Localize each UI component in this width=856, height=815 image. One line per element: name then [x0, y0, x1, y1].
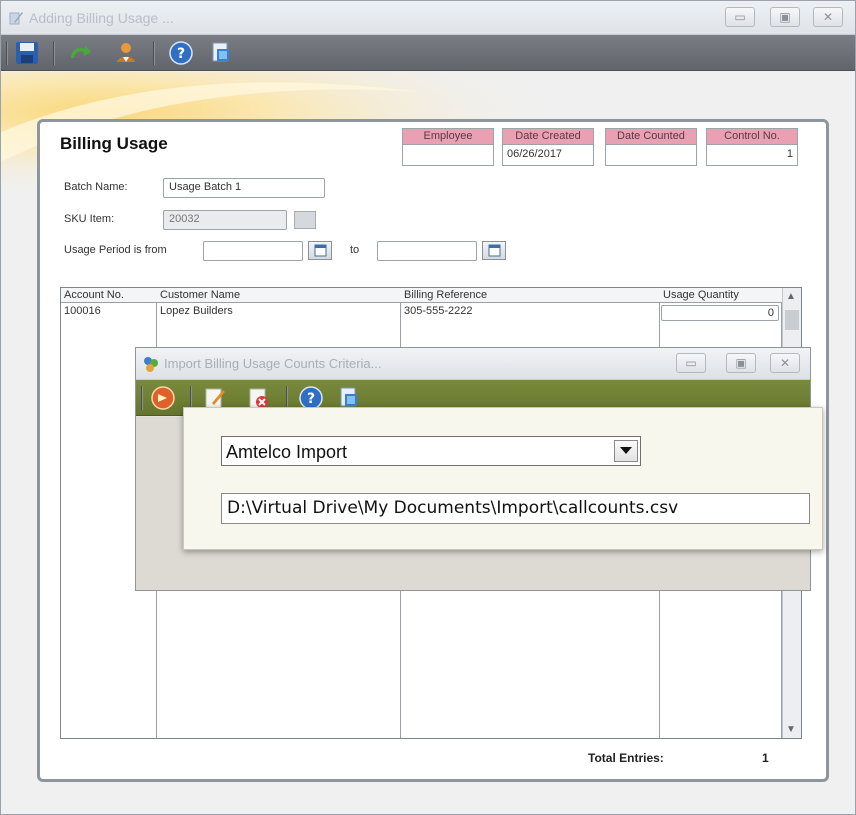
cell-reference[interactable]: 305-555-2222 [401, 305, 473, 317]
maximize-icon: ▣ [779, 10, 791, 24]
scroll-thumb[interactable] [785, 310, 799, 330]
close-icon: ✕ [822, 10, 834, 24]
sku-item-input[interactable]: 20032 [163, 210, 287, 230]
total-entries-label: Total Entries: [588, 751, 664, 765]
dialog-maximize-button[interactable]: ▣ [726, 353, 756, 373]
import-type-value: Amtelco Import [226, 442, 348, 462]
column-header-reference[interactable]: Billing Reference [401, 288, 660, 303]
calendar-icon [488, 244, 501, 257]
maximize-icon: ▣ [735, 356, 747, 370]
column-header-customer[interactable]: Customer Name [157, 288, 401, 303]
toolbar-separator [6, 41, 8, 65]
control-no-field: Control No. 1 [706, 128, 798, 166]
window-titlebar: Adding Billing Usage ... ▭ ▣ ✕ [1, 1, 855, 35]
svg-text:?: ? [307, 391, 315, 407]
user-import-icon[interactable] [113, 40, 139, 66]
run-import-icon[interactable] [150, 385, 176, 411]
calendar-icon [314, 244, 327, 257]
svg-text:?: ? [177, 46, 185, 62]
help-icon[interactable]: ? [168, 40, 194, 66]
toolbar-separator [153, 41, 155, 65]
control-no-label: Control No. [707, 129, 797, 145]
sku-item-label: SKU Item: [64, 213, 115, 225]
cell-account[interactable]: 100016 [61, 305, 101, 317]
minimize-icon: ▭ [685, 356, 697, 370]
cell-customer[interactable]: Lopez Builders [157, 305, 233, 317]
batch-name-label: Batch Name: [64, 181, 128, 193]
usage-period-label: Usage Period is from [64, 244, 167, 256]
sku-lookup-button[interactable] [294, 211, 316, 229]
employee-value [403, 145, 493, 165]
batch-name-input[interactable]: Usage Batch 1 [163, 178, 325, 198]
control-no-value: 1 [786, 148, 793, 160]
date-counted-label: Date Counted [606, 129, 696, 145]
maximize-button[interactable]: ▣ [770, 7, 800, 27]
dialog-minimize-button[interactable]: ▭ [676, 353, 706, 373]
chevron-down-icon [620, 447, 632, 454]
save-icon[interactable] [14, 40, 40, 66]
employee-field: Employee [402, 128, 494, 166]
close-icon: ✕ [779, 356, 791, 370]
column-header-account[interactable]: Account No. [61, 288, 157, 303]
date-created-label: Date Created [503, 129, 593, 145]
scroll-down-icon[interactable]: ▼ [786, 724, 796, 735]
minimize-button[interactable]: ▭ [725, 7, 755, 27]
dialog-app-icon [144, 357, 158, 372]
dialog-titlebar: Import Billing Usage Counts Criteria... … [136, 348, 810, 380]
period-to-label: to [350, 244, 360, 256]
date-counted-field: Date Counted [605, 128, 697, 166]
toolbar-separator [53, 41, 55, 65]
zoom-callout: Amtelco Import D:\Virtual Drive\My Docum… [183, 407, 823, 550]
column-header-quantity[interactable]: Usage Quantity [660, 288, 782, 303]
close-button[interactable]: ✕ [813, 7, 843, 27]
dialog-close-button[interactable]: ✕ [770, 353, 800, 373]
app-edit-icon [9, 12, 23, 25]
dialog-title: Import Billing Usage Counts Criteria... [164, 356, 382, 371]
calendar-to-button[interactable] [482, 241, 506, 260]
dropdown-button[interactable] [614, 440, 638, 462]
file-path-input[interactable]: D:\Virtual Drive\My Documents\Import\cal… [221, 493, 810, 524]
total-entries-value: 1 [762, 751, 769, 765]
minimize-icon: ▭ [734, 10, 746, 24]
date-created-value: 06/26/2017 [507, 148, 563, 160]
print-preview-icon[interactable] [208, 40, 234, 66]
date-created-field: Date Created 06/26/2017 [502, 128, 594, 166]
scroll-up-icon[interactable]: ▲ [786, 291, 796, 302]
toolbar-separator [141, 386, 143, 410]
date-counted-value [606, 145, 696, 165]
import-type-select[interactable]: Amtelco Import [221, 436, 641, 466]
calendar-from-button[interactable] [308, 241, 332, 260]
page-title: Billing Usage [60, 134, 168, 153]
period-to-input[interactable] [377, 241, 477, 261]
main-toolbar: ? [1, 35, 855, 71]
employee-label: Employee [403, 129, 493, 145]
cell-quantity-input[interactable]: 0 [661, 305, 779, 321]
window-title: Adding Billing Usage ... [29, 10, 174, 26]
refresh-arrow-icon[interactable] [67, 40, 93, 66]
period-from-input[interactable] [203, 241, 303, 261]
